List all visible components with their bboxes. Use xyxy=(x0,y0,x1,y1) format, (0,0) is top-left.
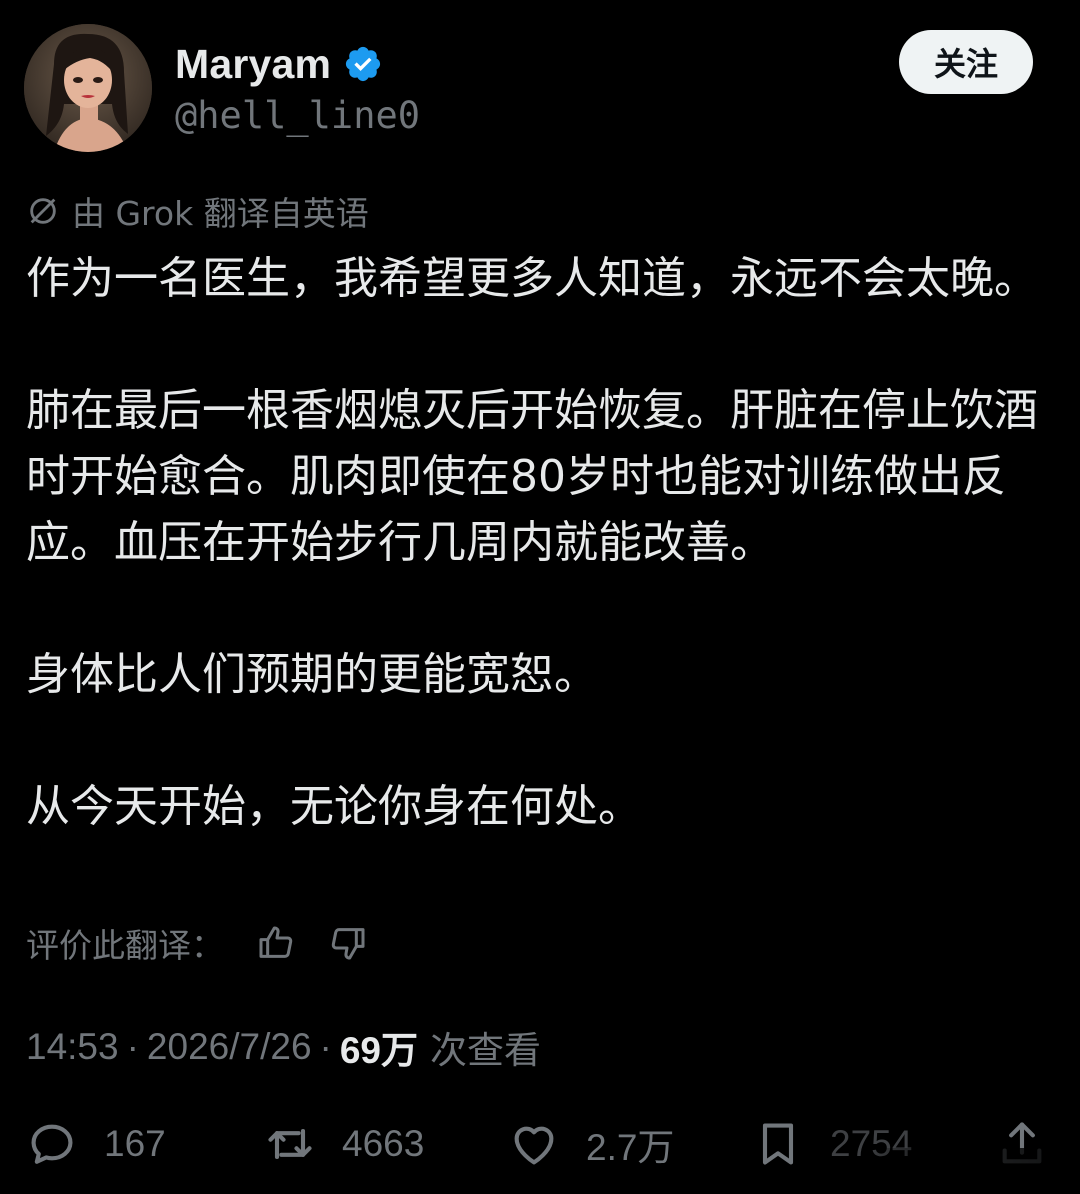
meta-separator: · xyxy=(126,1026,139,1067)
retweet-icon xyxy=(268,1128,312,1160)
translation-note-text: 由 Grok 翻译自英语 xyxy=(72,194,369,233)
reply-button[interactable]: 167 xyxy=(26,1112,166,1176)
views-count: 69万 xyxy=(339,1030,419,1071)
tweet-text: 作为一名医生，我希望更多人知道，永远不会太晚。 肺在最后一根香烟熄灭后开始恢复。… xyxy=(26,246,1056,840)
heart-icon xyxy=(514,1126,554,1165)
meta-separator: · xyxy=(319,1026,332,1067)
retweet-button[interactable]: 4663 xyxy=(264,1112,424,1176)
tweet-paragraph: 身体比人们预期的更能宽恕。 xyxy=(26,649,598,700)
like-button[interactable]: 2.7万 xyxy=(508,1112,674,1176)
like-count: 2.7万 xyxy=(586,1127,675,1168)
display-name[interactable]: Maryam xyxy=(175,41,331,88)
user-handle[interactable]: @hell_line0 xyxy=(175,94,420,137)
tweet-meta: 14:53 · 2026/7/26 · 69万 次查看 xyxy=(26,1022,541,1072)
watermark-overlay xyxy=(860,1148,1080,1194)
reply-icon xyxy=(31,1124,73,1164)
follow-button[interactable]: 关注 xyxy=(899,30,1033,94)
bookmark-icon xyxy=(762,1123,794,1165)
retweet-count: 4663 xyxy=(342,1123,425,1164)
rate-translation: 评价此翻译： xyxy=(26,920,368,966)
thumbs-down-icon[interactable] xyxy=(328,923,368,963)
avatar[interactable] xyxy=(24,24,152,152)
tweet-paragraph: 肺在最后一根香烟熄灭后开始恢复。肝脏在停止饮酒时开始愈合。肌肉即使在80岁时也能… xyxy=(26,385,1038,568)
grok-icon xyxy=(30,198,56,224)
tweet-paragraph: 从今天开始，无论你身在何处。 xyxy=(26,781,642,832)
thumbs-up-icon[interactable] xyxy=(256,923,296,963)
tweet-paragraph: 作为一名医生，我希望更多人知道，永远不会太晚。 xyxy=(26,253,1038,304)
views-label: 次查看 xyxy=(430,1030,542,1071)
translation-note: 由 Grok 翻译自英语 xyxy=(26,190,369,233)
author-name-row[interactable]: Maryam xyxy=(175,38,383,90)
tweet-date[interactable]: 2026/7/26 xyxy=(147,1026,312,1068)
reply-count: 167 xyxy=(104,1123,166,1164)
rate-translation-label: 评价此翻译： xyxy=(26,926,224,965)
verified-badge-icon xyxy=(343,44,383,84)
tweet-time[interactable]: 14:53 xyxy=(26,1026,119,1068)
